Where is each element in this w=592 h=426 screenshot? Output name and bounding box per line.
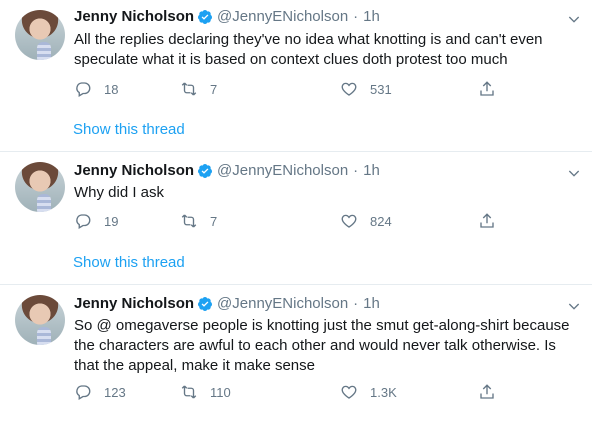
separator: · [353, 8, 359, 25]
share-icon [480, 81, 494, 96]
share-button[interactable] [478, 80, 496, 98]
retweet-count: 110 [210, 384, 231, 400]
reply-count: 123 [104, 384, 126, 400]
reply-button[interactable]: 123 [74, 383, 126, 401]
timestamp[interactable]: 1h [363, 8, 380, 25]
avatar[interactable] [15, 162, 65, 212]
retweet-button[interactable]: 7 [180, 212, 217, 230]
chevron-down-icon[interactable] [566, 298, 582, 314]
reply-count: 18 [104, 81, 119, 97]
handle[interactable]: @JennyENicholson [217, 8, 348, 25]
retweet-count: 7 [210, 81, 218, 97]
chevron-down-icon[interactable] [566, 11, 582, 27]
heart-icon [341, 82, 357, 96]
tweet-actions: 18 7 531 [74, 80, 514, 100]
retweet-icon [181, 214, 197, 228]
retweet-icon [181, 385, 197, 399]
reply-count: 19 [104, 213, 119, 229]
tweet-header: Jenny Nicholson @JennyENicholson · 1h [74, 8, 380, 25]
chevron-down-icon[interactable] [566, 165, 582, 181]
handle[interactable]: @JennyENicholson [217, 162, 348, 179]
timestamp[interactable]: 1h [363, 295, 380, 312]
retweet-count: 7 [210, 213, 218, 229]
retweet-button[interactable]: 7 [180, 80, 217, 98]
tweet-header: Jenny Nicholson @JennyENicholson · 1h [74, 295, 380, 312]
heart-icon [341, 385, 357, 399]
tweet-header: Jenny Nicholson @JennyENicholson · 1h [74, 162, 380, 179]
tweet[interactable]: Jenny Nicholson @JennyENicholson · 1h Al… [0, 0, 592, 152]
separator: · [353, 162, 359, 179]
show-thread-link[interactable]: Show this thread [73, 254, 185, 271]
verified-badge-icon [198, 163, 213, 178]
tweet-text: So @ omegaverse people is knotting just … [74, 317, 570, 374]
retweet-button[interactable]: 110 [180, 383, 231, 401]
reply-icon [76, 385, 91, 400]
reply-icon [76, 82, 91, 97]
like-button[interactable]: 824 [340, 212, 392, 230]
display-name[interactable]: Jenny Nicholson [74, 162, 194, 179]
avatar[interactable] [15, 295, 65, 345]
like-button[interactable]: 531 [340, 80, 392, 98]
share-button[interactable] [478, 212, 496, 230]
reply-icon [76, 214, 91, 229]
verified-badge-icon [198, 296, 213, 311]
tweet[interactable]: Jenny Nicholson @JennyENicholson · 1h Wh… [0, 152, 592, 285]
retweet-icon [181, 82, 197, 96]
like-count: 1.3K [370, 384, 397, 400]
avatar[interactable] [15, 10, 65, 60]
share-button[interactable] [478, 383, 496, 401]
like-button[interactable]: 1.3K [340, 383, 397, 401]
display-name[interactable]: Jenny Nicholson [74, 8, 194, 25]
tweet-text: All the replies declaring they've no ide… [74, 31, 543, 68]
tweet[interactable]: Jenny Nicholson @JennyENicholson · 1h So… [0, 285, 592, 426]
handle[interactable]: @JennyENicholson [217, 295, 348, 312]
like-count: 531 [370, 81, 392, 97]
reply-button[interactable]: 18 [74, 80, 118, 98]
reply-button[interactable]: 19 [74, 212, 118, 230]
tweet-text: Why did I ask [74, 184, 165, 201]
like-count: 824 [370, 213, 392, 229]
separator: · [353, 295, 359, 312]
verified-badge-icon [198, 9, 213, 24]
timestamp[interactable]: 1h [363, 162, 380, 179]
tweet-actions: 123 110 1.3K [74, 383, 514, 403]
show-thread-link[interactable]: Show this thread [73, 121, 185, 138]
tweet-actions: 19 7 824 [74, 212, 514, 232]
display-name[interactable]: Jenny Nicholson [74, 295, 194, 312]
heart-icon [341, 214, 357, 228]
share-icon [480, 384, 494, 399]
share-icon [480, 213, 494, 228]
